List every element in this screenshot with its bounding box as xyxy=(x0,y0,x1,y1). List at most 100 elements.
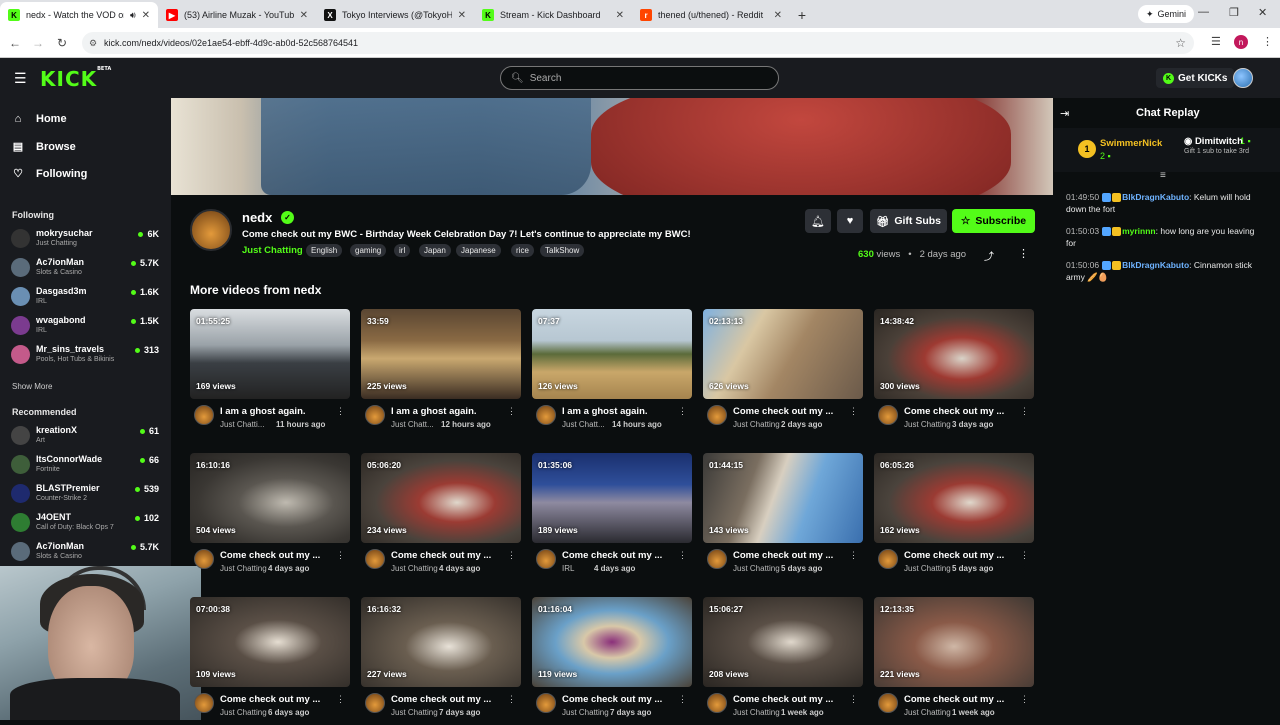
stream-category-link[interactable]: Just Chatting xyxy=(242,245,303,256)
chat-username[interactable]: myrinnn xyxy=(1122,226,1156,236)
video-card[interactable]: 14:38:42 300 views Come check out my ... Ju… xyxy=(874,309,1034,437)
video-category[interactable]: IRL xyxy=(562,564,574,573)
tab-audio-icon[interactable]: 🔊︎ xyxy=(130,10,136,21)
video-more-icon[interactable]: ⋮ xyxy=(678,550,687,561)
second-user-row[interactable]: ◉ Dimitwitch xyxy=(1184,136,1243,147)
video-title[interactable]: Come check out my ... xyxy=(904,694,1004,705)
video-category[interactable]: Just Chatting xyxy=(733,420,780,429)
browser-menu-icon[interactable]: ⋮ xyxy=(1262,35,1273,48)
get-kicks-button[interactable]: K Get KICKs xyxy=(1156,68,1235,88)
gift-subs-button[interactable]: 🎁︎ Gift Subs xyxy=(870,209,947,233)
show-more-button[interactable]: Show More xyxy=(12,382,52,391)
url-field[interactable]: ⚙ kick.com/nedx/videos/02e1ae54-ebff-4d9… xyxy=(82,32,1194,54)
hamburger-menu-icon[interactable]: ☰ xyxy=(14,70,27,87)
channel-avatar[interactable] xyxy=(536,405,556,425)
new-tab-button[interactable]: + xyxy=(790,2,814,28)
sidebar-nav-browse[interactable]: ▤ Browse xyxy=(12,140,76,154)
video-category[interactable]: Just Chatt... xyxy=(562,420,605,429)
sidebar-channel-item[interactable]: Ac7ionMan Slots & Casino 5.7K xyxy=(11,539,161,565)
tab-close-icon[interactable]: ✕ xyxy=(616,10,624,21)
stream-tag[interactable]: TalkShow xyxy=(540,244,585,257)
browser-tab[interactable]: K Stream - Kick Dashboard ✕ xyxy=(474,2,632,28)
leader-username[interactable]: SwimmerNick xyxy=(1100,138,1162,149)
share-icon[interactable]: ⤴ xyxy=(984,248,994,263)
video-more-icon[interactable]: ⋮ xyxy=(1020,694,1029,705)
gift-prompt[interactable]: Gift 1 sub to take 3rd xyxy=(1184,148,1254,156)
stream-tag[interactable]: rice xyxy=(511,244,534,257)
sidebar-nav-home[interactable]: ⌂ Home xyxy=(12,113,67,125)
video-category[interactable]: Just Chatting xyxy=(904,564,951,573)
channel-avatar[interactable] xyxy=(878,693,898,713)
sidebar-channel-item[interactable]: wvagabond IRL 1.5K xyxy=(11,313,161,339)
user-avatar[interactable] xyxy=(1233,68,1253,88)
channel-avatar[interactable] xyxy=(365,693,385,713)
sidebar-channel-item[interactable]: Ac7ionMan Slots & Casino 5.7K xyxy=(11,255,161,281)
video-category[interactable]: Just Chatt... xyxy=(391,420,434,429)
sidebar-channel-item[interactable]: BLASTPremier Counter-Strike 2 539 xyxy=(11,481,161,507)
video-category[interactable]: Just Chatting xyxy=(904,708,951,717)
channel-avatar[interactable] xyxy=(190,209,232,251)
video-title[interactable]: Come check out my ... xyxy=(733,406,833,417)
video-title[interactable]: Come check out my ... xyxy=(220,550,320,561)
video-more-icon[interactable]: ⋮ xyxy=(678,406,687,417)
browser-tab[interactable]: ▶ (53) Airline Muzak - YouTube ✕ xyxy=(158,2,316,28)
bookmark-star-icon[interactable]: ☆ xyxy=(1175,36,1186,50)
tab-close-icon[interactable]: ✕ xyxy=(458,10,466,21)
close-window-icon[interactable]: ✕ xyxy=(1258,6,1267,19)
channel-avatar[interactable] xyxy=(194,693,214,713)
video-card[interactable]: 33:59 225 views I am a ghost again. Just Ch… xyxy=(361,309,521,437)
channel-avatar[interactable] xyxy=(194,405,214,425)
video-title[interactable]: Come check out my ... xyxy=(391,694,491,705)
gemini-button[interactable]: ✦ Gemini xyxy=(1137,5,1194,23)
forward-icon[interactable]: → xyxy=(26,36,50,50)
browser-tab[interactable]: Knedx - Watch the VOD on K 🔊︎ ✕ xyxy=(0,2,158,28)
sidebar-channel-item[interactable]: kreationX Art 61 xyxy=(11,423,161,449)
video-more-icon[interactable]: ⋮ xyxy=(336,694,345,705)
sidebar-channel-item[interactable]: ItsConnorWade Fortnite 66 xyxy=(11,452,161,478)
channel-avatar[interactable] xyxy=(707,693,727,713)
reload-icon[interactable]: ↻ xyxy=(50,36,74,50)
sidebar-channel-item[interactable]: J4OENT Call of Duty: Black Ops 7 102 xyxy=(11,510,161,536)
video-category[interactable]: Just Chatting xyxy=(391,564,438,573)
maximize-icon[interactable]: ❐ xyxy=(1229,6,1239,19)
site-info-icon[interactable]: ⚙ xyxy=(89,38,97,49)
video-title[interactable]: I am a ghost again. xyxy=(391,406,477,417)
video-more-icon[interactable]: ⋮ xyxy=(1020,550,1029,561)
video-card[interactable]: 16:10:16 504 views Come check out my ... Ju… xyxy=(190,453,350,581)
channel-avatar[interactable] xyxy=(707,405,727,425)
video-card[interactable]: 01:55:25 169 views I am a ghost again. Just… xyxy=(190,309,350,437)
video-more-icon[interactable]: ⋮ xyxy=(1020,406,1029,417)
video-title[interactable]: Come check out my ... xyxy=(562,550,662,561)
video-more-icon[interactable]: ⋮ xyxy=(507,550,516,561)
subscribe-button[interactable]: ☆ Subscribe xyxy=(952,209,1035,233)
tab-close-icon[interactable]: ✕ xyxy=(774,10,782,21)
channel-name[interactable]: nedx xyxy=(242,210,272,225)
video-card[interactable]: 01:35:06 189 views Come check out my ... IR… xyxy=(532,453,692,581)
search-input[interactable]: 🔍︎ Search xyxy=(500,66,779,90)
expand-leaderboard-icon[interactable]: ≡ xyxy=(1160,170,1166,181)
back-icon[interactable]: ← xyxy=(3,36,27,50)
tab-search-icon[interactable]: ☰ xyxy=(1211,35,1221,48)
chat-username[interactable]: BlkDragnKabuto xyxy=(1122,192,1189,202)
video-more-icon[interactable]: ⋮ xyxy=(849,694,858,705)
sidebar-channel-item[interactable]: Mr_sins_travels Pools, Hot Tubs & Bikinis… xyxy=(11,342,161,368)
video-card[interactable]: 05:06:20 234 views Come check out my ... Ju… xyxy=(361,453,521,581)
stream-tag[interactable]: Japanese xyxy=(456,244,501,257)
video-title[interactable]: Come check out my ... xyxy=(733,550,833,561)
channel-avatar[interactable] xyxy=(707,549,727,569)
browser-tab[interactable]: X Tokyo Interviews (@TokyoHam) ✕ xyxy=(316,2,474,28)
sidebar-channel-item[interactable]: Dasgasd3m IRL 1.6K xyxy=(11,284,161,310)
video-title[interactable]: Come check out my ... xyxy=(733,694,833,705)
video-card[interactable]: 01:44:15 143 views Come check out my ... Ju… xyxy=(703,453,863,581)
video-more-icon[interactable]: ⋮ xyxy=(336,406,345,417)
video-more-icon[interactable]: ⋮ xyxy=(678,694,687,705)
chat-username[interactable]: BlkDragnKabuto xyxy=(1122,260,1189,270)
video-category[interactable]: Just Chatting xyxy=(562,708,609,717)
tab-close-icon[interactable]: ✕ xyxy=(142,10,150,21)
video-title[interactable]: Come check out my ... xyxy=(220,694,320,705)
video-card[interactable]: 07:00:38 109 views Come check out my ... Ju… xyxy=(190,597,350,725)
tab-close-icon[interactable]: ✕ xyxy=(300,10,308,21)
video-category[interactable]: Just Chatting xyxy=(220,708,267,717)
channel-avatar[interactable] xyxy=(365,405,385,425)
video-more-icon[interactable]: ⋮ xyxy=(336,550,345,561)
